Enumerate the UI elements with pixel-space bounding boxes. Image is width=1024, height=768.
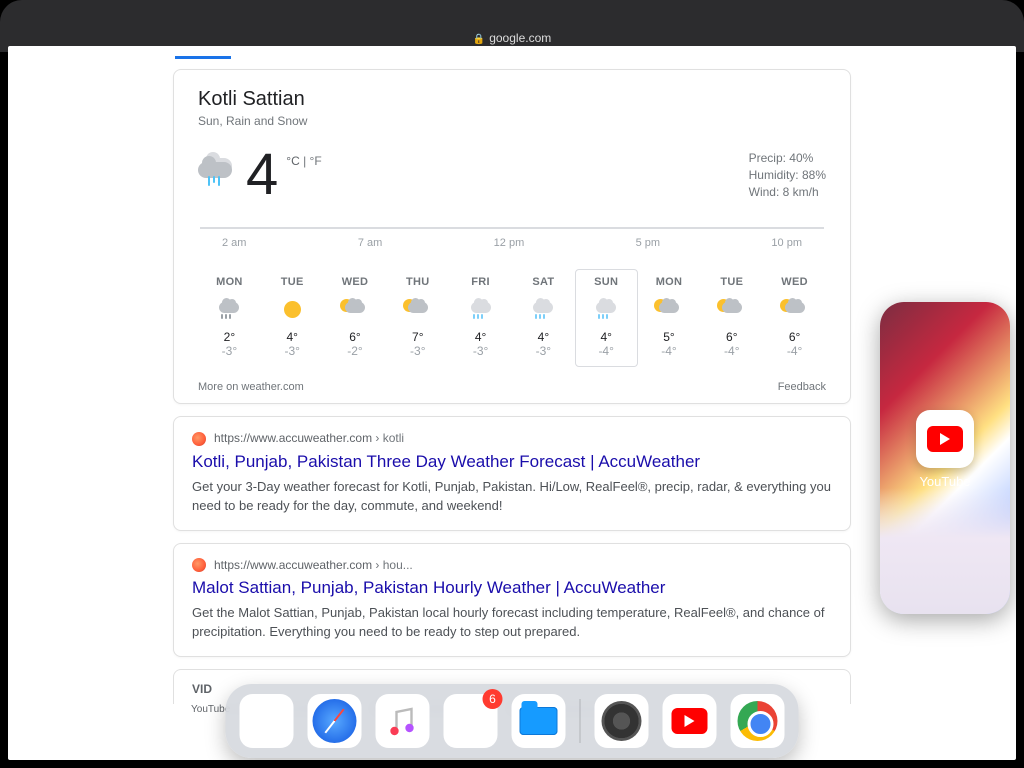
- forecast-day[interactable]: WED 6°-2°: [324, 269, 387, 367]
- forecast-day-icon: [450, 296, 511, 324]
- forecast-lo: -4°: [764, 344, 825, 358]
- youtube-app-icon[interactable]: [916, 410, 974, 468]
- forecast-lo: -4°: [576, 344, 637, 358]
- weather-card: Kotli Sattian Sun, Rain and Snow 4 °C | …: [173, 69, 851, 404]
- weather-stats: Precip: 40% Humidity: 88% Wind: 8 km/h: [749, 150, 826, 201]
- forecast-day[interactable]: THU 7°-3°: [386, 269, 449, 367]
- dock-app-messages[interactable]: [240, 694, 294, 748]
- forecast-day-icon: [764, 296, 825, 324]
- forecast-day-label: MON: [199, 276, 260, 288]
- forecast-lo: -2°: [325, 344, 386, 358]
- forecast-hi: 5°: [639, 330, 700, 344]
- forecast-lo: -3°: [450, 344, 511, 358]
- forecast-hi: 2°: [199, 330, 260, 344]
- forecast-day-label: TUE: [262, 276, 323, 288]
- forecast-day-label: SAT: [513, 276, 574, 288]
- forecast-hi: 6°: [701, 330, 762, 344]
- forecast-hi: 6°: [764, 330, 825, 344]
- result-snippet: Get the Malot Sattian, Punjab, Pakistan …: [192, 604, 832, 642]
- forecast-lo: -4°: [701, 344, 762, 358]
- forecast-day-icon: [639, 296, 700, 324]
- slideover-panel[interactable]: YouTube: [880, 302, 1010, 614]
- feedback-link[interactable]: Feedback: [778, 381, 826, 393]
- forecast-hi: 4°: [450, 330, 511, 344]
- result-source: https://www.accuweather.com › hou...: [192, 558, 832, 573]
- search-result[interactable]: https://www.accuweather.com › kotli Kotli…: [173, 416, 851, 531]
- forecast-day-icon: [199, 296, 260, 324]
- forecast-day[interactable]: TUE 4°-3°: [261, 269, 324, 367]
- lock-icon: 🔒: [473, 34, 485, 46]
- mail-badge: 6: [483, 689, 503, 709]
- forecast-lo: -3°: [262, 344, 323, 358]
- forecast-lo: -4°: [639, 344, 700, 358]
- dock-app-music[interactable]: [376, 694, 430, 748]
- forecast-day-label: SUN: [576, 276, 637, 288]
- dock-app-files[interactable]: [512, 694, 566, 748]
- forecast-day-icon: [325, 296, 386, 324]
- forecast-hi: 7°: [387, 330, 448, 344]
- unit-toggle[interactable]: °C | °F: [286, 154, 321, 168]
- forecast-day[interactable]: WED 6°-4°: [763, 269, 826, 367]
- result-title[interactable]: Kotli, Punjab, Pakistan Three Day Weathe…: [192, 452, 832, 472]
- forecast-day[interactable]: SUN 4°-4°: [575, 269, 638, 367]
- forecast-day[interactable]: MON 5°-4°: [638, 269, 701, 367]
- forecast-hi: 6°: [325, 330, 386, 344]
- favicon-icon: [192, 558, 206, 572]
- forecast-day-label: TUE: [701, 276, 762, 288]
- current-temp: 4: [246, 150, 278, 200]
- forecast-hi: 4°: [262, 330, 323, 344]
- forecast-hi: 4°: [513, 330, 574, 344]
- slideover-app-label: YouTube: [880, 474, 1010, 489]
- current-weather-icon: [198, 156, 238, 190]
- browser-page: Kotli Sattian Sun, Rain and Snow 4 °C | …: [8, 46, 1016, 760]
- forecast-lo: -3°: [199, 344, 260, 358]
- dock-separator: [580, 699, 581, 743]
- timeline-label: 12 pm: [494, 237, 525, 249]
- timeline-label: 2 am: [222, 237, 246, 249]
- dock-app-settings[interactable]: [595, 694, 649, 748]
- active-tab-indicator: [175, 56, 231, 59]
- forecast-day-icon: [262, 296, 323, 324]
- forecast-day-icon: [701, 296, 762, 324]
- forecast-hi: 4°: [576, 330, 637, 344]
- forecast-lo: -3°: [513, 344, 574, 358]
- favicon-icon: [192, 432, 206, 446]
- weather-summary: Sun, Rain and Snow: [198, 114, 826, 128]
- search-result[interactable]: https://www.accuweather.com › hou... Malo…: [173, 543, 851, 658]
- result-snippet: Get your 3-Day weather forecast for Kotl…: [192, 478, 832, 516]
- dock-app-mail[interactable]: 6: [444, 694, 498, 748]
- url-domain: google.com: [489, 31, 551, 45]
- weather-location: Kotli Sattian: [198, 88, 826, 111]
- result-title[interactable]: Malot Sattian, Punjab, Pakistan Hourly W…: [192, 578, 832, 598]
- forecast-day-label: WED: [325, 276, 386, 288]
- dock-app-safari[interactable]: [308, 694, 362, 748]
- forecast-day-icon: [387, 296, 448, 324]
- forecast-day-label: THU: [387, 276, 448, 288]
- dock: 6: [226, 684, 799, 758]
- status-bar: [0, 0, 1024, 32]
- forecast-lo: -3°: [387, 344, 448, 358]
- forecast-day-label: FRI: [450, 276, 511, 288]
- forecast-day-label: MON: [639, 276, 700, 288]
- forecast-day[interactable]: TUE 6°-4°: [700, 269, 763, 367]
- forecast-day-label: WED: [764, 276, 825, 288]
- forecast-row: MON2°-3°TUE4°-3°WED6°-2°THU7°-3°FRI4°-3°…: [198, 269, 826, 367]
- timeline-label: 7 am: [358, 237, 382, 249]
- timeline-label: 10 pm: [771, 237, 802, 249]
- hourly-timeline[interactable]: 2 am 7 am 12 pm 5 pm 10 pm: [198, 227, 826, 249]
- timeline-label: 5 pm: [636, 237, 660, 249]
- dock-app-chrome[interactable]: [731, 694, 785, 748]
- forecast-day[interactable]: MON 2°-3°: [198, 269, 261, 367]
- more-link[interactable]: More on weather.com: [198, 381, 304, 393]
- forecast-day[interactable]: SAT 4°-3°: [512, 269, 575, 367]
- forecast-day-icon: [576, 296, 637, 324]
- result-source: https://www.accuweather.com › kotli: [192, 431, 832, 446]
- forecast-day[interactable]: FRI 4°-3°: [449, 269, 512, 367]
- dock-app-youtube[interactable]: [663, 694, 717, 748]
- forecast-day-icon: [513, 296, 574, 324]
